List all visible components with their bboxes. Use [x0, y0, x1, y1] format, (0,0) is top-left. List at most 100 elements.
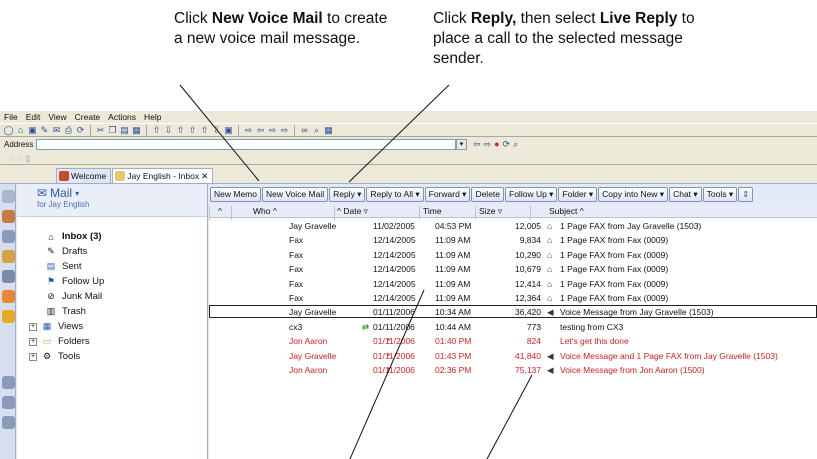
table-row[interactable]: Jay Gravelle 11/02/2005 04:53 PM 12,005 ⌂ 1 P…: [209, 219, 817, 232]
tab-welcome[interactable]: Welcome: [56, 168, 112, 183]
table-row[interactable]: Fax 12/14/2005 11:09 AM 10,679 ⌂ 1 Page FAX f…: [209, 262, 817, 275]
workspace-bookmark-icon[interactable]: [2, 376, 15, 389]
close-icon[interactable]: ✕: [201, 171, 208, 182]
expand-icon[interactable]: +: [29, 322, 37, 331]
column-size[interactable]: Size ▿: [479, 206, 502, 217]
menu-create[interactable]: Create: [75, 112, 101, 122]
reply-button[interactable]: Reply ▾: [329, 186, 366, 202]
chat-icon[interactable]: ◌: [10, 154, 15, 163]
status-icon[interactable]: ◌: [18, 154, 23, 163]
database-bookmark-icon[interactable]: [2, 290, 15, 303]
table-row[interactable]: * Jon Aaron 01/11/2006 02:36 PM 75,137 ◀ Voice…: [209, 363, 817, 376]
table-row[interactable]: Fax 12/14/2005 11:09 AM 10,290 ⌂ 1 Page FAX f…: [209, 248, 817, 261]
folder-button[interactable]: Folder ▾: [558, 186, 598, 202]
forward-button[interactable]: Forward ▾: [424, 186, 471, 202]
paste-special-icon[interactable]: ▦: [131, 125, 142, 136]
reply-to-all-button[interactable]: Reply to All ▾: [366, 186, 424, 202]
menu-help[interactable]: Help: [144, 112, 161, 122]
expand-icon[interactable]: +: [29, 352, 37, 361]
cut-icon[interactable]: ✂: [95, 125, 106, 136]
binoculars-icon[interactable]: ∞: [299, 125, 310, 136]
replicate-icon[interactable]: ⟳: [75, 125, 86, 136]
navigator-title[interactable]: ✉ Mail ▾: [37, 186, 207, 200]
search-icon[interactable]: ⌕: [513, 139, 518, 150]
folder-tools[interactable]: + ⚙ Tools: [29, 350, 80, 363]
address-input[interactable]: [36, 139, 456, 150]
expand-icon[interactable]: +: [29, 337, 37, 346]
column-time[interactable]: Time: [423, 206, 442, 216]
menu-file[interactable]: File: [4, 112, 18, 122]
zoom-icon[interactable]: ⌕: [311, 125, 322, 136]
more-actions-icon[interactable]: ⇕: [738, 186, 754, 202]
open-icon[interactable]: ▣: [27, 125, 38, 136]
folder-folders[interactable]: + ▭ Folders: [29, 335, 90, 348]
navigate-icon[interactable]: ⇨: [279, 125, 290, 136]
menu-actions[interactable]: Actions: [108, 112, 136, 122]
new-memo-button[interactable]: New Memo: [210, 186, 261, 202]
table-row[interactable]: * Jon Aaron 01/11/2006 01:40 PM 824 Let's get…: [209, 334, 817, 347]
mail-icon[interactable]: ✉: [51, 125, 62, 136]
table-row[interactable]: Fax 12/14/2005 11:09 AM 12,364 ⌂ 1 Page FAX f…: [209, 291, 817, 304]
table-row[interactable]: Fax 12/14/2005 11:09 AM 12,414 ⌂ 1 Page FAX f…: [209, 277, 817, 290]
column-subject[interactable]: Subject ^: [549, 206, 584, 216]
folder-drafts[interactable]: ✎ Drafts: [45, 245, 87, 258]
stop-icon[interactable]: ●: [494, 139, 499, 150]
home-icon[interactable]: ⌂: [15, 125, 26, 136]
unread-down-icon[interactable]: ⇩: [211, 125, 222, 136]
next-icon[interactable]: ⇨: [243, 125, 254, 136]
refresh-icon[interactable]: ⟳: [503, 139, 511, 150]
forward-icon[interactable]: ⇨: [484, 139, 492, 150]
table-row[interactable]: cx3 ⇄ 01/11/2006 10:44 AM 773 testing from CX…: [209, 320, 817, 333]
copy-into-new-button[interactable]: Copy into New ▾: [598, 186, 669, 202]
workspace-icon[interactable]: ◯: [3, 125, 14, 136]
fax-icon: ⌂: [547, 278, 553, 289]
expand-icon[interactable]: ⇩: [163, 125, 174, 136]
sametime-bookmark-icon[interactable]: [2, 310, 15, 323]
edit-icon[interactable]: ✎: [39, 125, 50, 136]
unread-up-icon[interactable]: ⇧: [199, 125, 210, 136]
todo-bookmark-icon[interactable]: [2, 250, 15, 263]
paste-icon[interactable]: ▤: [119, 125, 130, 136]
up-icon[interactable]: ⇧: [175, 125, 186, 136]
print-icon[interactable]: ⎙: [63, 125, 74, 136]
calendar-bookmark-icon[interactable]: [2, 210, 15, 223]
chat-button[interactable]: Chat ▾: [669, 186, 702, 202]
pane-icon[interactable]: ▯: [26, 154, 30, 163]
collapse-icon[interactable]: ⇧: [151, 125, 162, 136]
tools-button[interactable]: Tools ▾: [702, 186, 738, 202]
column-date[interactable]: ^ Date ▿: [337, 206, 368, 217]
folder-bookmark-icon[interactable]: [2, 416, 15, 429]
table-row[interactable]: Jay Gravelle 01/11/2006 10:34 AM 36,420 ◀ Voi…: [209, 305, 817, 319]
folder-trash[interactable]: ▥ Trash: [45, 305, 86, 318]
column-who[interactable]: Who ^: [253, 206, 277, 216]
bookmarks-icon[interactable]: [2, 396, 15, 409]
prev-icon[interactable]: ⇦: [255, 125, 266, 136]
folder-sent[interactable]: ▤ Sent: [45, 260, 82, 273]
up-icon[interactable]: ⇧: [187, 125, 198, 136]
chevron-down-icon[interactable]: ▾: [456, 139, 467, 150]
menu-view[interactable]: View: [48, 112, 66, 122]
folder-follow-up[interactable]: ⚑ Follow Up: [45, 275, 104, 288]
table-row[interactable]: Fax 12/14/2005 11:09 AM 9,834 ⌂ 1 Page FAX fr…: [209, 233, 817, 246]
tab-inbox[interactable]: Jay English - Inbox ✕: [112, 168, 214, 183]
cell-time: 11:09 AM: [435, 278, 471, 289]
back-icon[interactable]: ⇦: [473, 139, 481, 150]
menu-edit[interactable]: Edit: [26, 112, 41, 122]
new-voice-mail-button[interactable]: New Voice Mail: [261, 186, 329, 202]
mail-bookmark-icon[interactable]: [2, 190, 15, 203]
folder-inbox[interactable]: ⌂ Inbox (3): [45, 230, 101, 243]
copy-icon[interactable]: ❐: [107, 125, 118, 136]
refresh-icon[interactable]: ▣: [223, 125, 234, 136]
column-sort-icon[interactable]: ^: [218, 206, 222, 216]
delete-button[interactable]: Delete: [471, 186, 505, 202]
folder-views[interactable]: + ▦ Views: [29, 320, 83, 333]
navigate-icon[interactable]: ⇨: [267, 125, 278, 136]
table-row[interactable]: * Jay Gravelle 01/11/2006 01:43 PM 41,840 ◀ Vo…: [209, 349, 817, 362]
replication-bookmark-icon[interactable]: [2, 270, 15, 283]
cell-subject: Let's get this done: [560, 336, 629, 347]
cell-date: 12/14/2005: [373, 235, 416, 246]
view-icon[interactable]: ▦: [323, 125, 334, 136]
contacts-bookmark-icon[interactable]: [2, 230, 15, 243]
follow-up-button[interactable]: Follow Up ▾: [505, 186, 558, 202]
folder-junk-mail[interactable]: ⊘ Junk Mail: [45, 290, 102, 303]
